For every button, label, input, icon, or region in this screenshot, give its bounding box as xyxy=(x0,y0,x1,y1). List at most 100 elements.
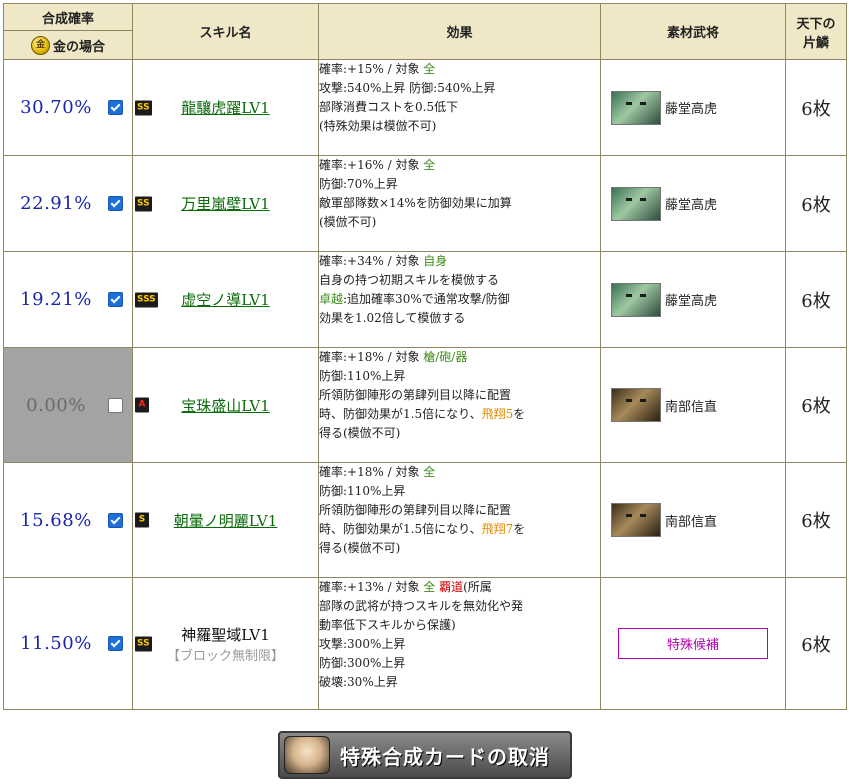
effect-segment: 所領防御陣形の第肆列目以降に配置 xyxy=(319,503,512,517)
effect-segment: 防御:110%上昇 xyxy=(319,484,406,498)
effect-segment: を xyxy=(513,407,526,421)
select-checkbox[interactable] xyxy=(108,292,123,307)
effect-segment: 時、防御効果が1.5倍になり、 xyxy=(319,407,482,421)
effect-segment: 確率:+18% / 対象 xyxy=(319,465,424,479)
effect-line: 動率低下スキルから保護) xyxy=(319,616,600,635)
fragment-count: 6枚 xyxy=(785,347,847,463)
effect-line: 時、防御効果が1.5倍になり、飛翔5を xyxy=(319,405,600,424)
effect-cell: 確率:+18% / 対象 槍/砲/器 防御:110%上昇 所領防御陣形の第肆列目以降… xyxy=(318,347,601,463)
skill-cell: SS 万里嵐壁LV1 xyxy=(132,155,319,252)
effect-cell: 確率:+18% / 対象 全防御:110%上昇 所領防御陣形の第肆列目以降に配置時… xyxy=(318,462,601,578)
effect-line: 確率:+34% / 対象 自身 xyxy=(319,252,600,271)
select-checkbox[interactable] xyxy=(108,636,123,651)
material-cell: 南部信直 xyxy=(600,347,786,463)
effect-segment: 槍/砲/器 xyxy=(423,350,468,364)
general-name: 南部信直 xyxy=(665,514,718,530)
select-checkbox[interactable] xyxy=(108,512,123,528)
effect-line: 確率:+18% / 対象 全 xyxy=(319,463,600,482)
material-cell: 藤堂高虎 xyxy=(600,155,786,252)
skill-cell: S 朝暈ノ明麗LV1 xyxy=(132,462,319,578)
skill-subtitle: 【ブロック無制限】 xyxy=(166,648,284,664)
rank-badge: A xyxy=(135,397,149,413)
select-checkbox[interactable] xyxy=(108,100,123,115)
effect-segment: 飛翔7 xyxy=(481,522,514,536)
effect-line: (模倣不可) xyxy=(319,213,600,232)
skill-link[interactable]: 宝珠盛山LV1 xyxy=(181,397,270,415)
synthesis-rate: 30.70% xyxy=(20,97,92,118)
rate-cell: 15.68% xyxy=(3,462,133,578)
effect-segment: (特殊効果は模倣不可) xyxy=(319,119,437,133)
effect-segment: 得る(模倣不可) xyxy=(319,541,401,555)
rate-title: 合成確率 xyxy=(4,4,132,31)
skill-link[interactable]: 虚空ノ導LV1 xyxy=(181,291,270,309)
gold-case-label: 金の場合 xyxy=(52,39,105,55)
gold-coin-icon: 金 xyxy=(30,35,50,55)
effect-segment: 覇道 xyxy=(439,580,464,594)
effect-line: 部隊の武将が持つスキルを無効化や発 xyxy=(319,597,600,616)
effect-line: 敵軍部隊数×14%を防御効果に加算 xyxy=(319,194,600,213)
fragment-count: 6枚 xyxy=(785,59,847,156)
effect-segment: 時、防御効果が1.5倍になり、 xyxy=(319,522,482,536)
effect-line: 得る(模倣不可) xyxy=(319,424,600,443)
skill-link[interactable]: 朝暈ノ明麗LV1 xyxy=(174,512,278,530)
effect-line: 所領防御陣形の第肆列目以降に配置 xyxy=(319,501,600,520)
skill-header: スキル名 xyxy=(132,3,319,60)
general-portrait[interactable] xyxy=(611,282,661,317)
rate-header: 合成確率 金 金の場合 xyxy=(3,3,133,60)
special-candidate-box[interactable]: 特殊候補 xyxy=(618,628,768,659)
character-avatar xyxy=(284,736,330,774)
effect-segment: 卓越 xyxy=(319,292,344,306)
select-checkbox[interactable] xyxy=(108,196,123,211)
effect-segment: :追加確率30%で通常攻撃/防御 xyxy=(343,292,510,306)
fragment-count: 6枚 xyxy=(785,251,847,348)
effect-segment: 全 xyxy=(423,158,436,172)
fragment-count: 6枚 xyxy=(785,155,847,252)
effect-line: (特殊効果は模倣不可) xyxy=(319,117,600,136)
effect-cell: 確率:+13% / 対象 全 覇道(所属部隊の武将が持つスキルを無効化や発 動率低… xyxy=(318,577,601,710)
rate-cell: 22.91% xyxy=(3,155,133,252)
general-portrait[interactable] xyxy=(611,388,661,422)
skill-cell: SS 龍驤虎躍LV1 xyxy=(132,59,319,156)
skill-cell: SS 神羅聖域LV1 【ブロック無制限】 xyxy=(132,577,319,710)
table-row: 22.91% SS 万里嵐壁LV1 確率:+16% / 対象 全防御:70%上昇… xyxy=(3,155,847,252)
effect-cell: 確率:+34% / 対象 自身 自身の持つ初期スキルを模倣する 卓越:追加確率30%… xyxy=(318,251,601,348)
rank-badge: SS xyxy=(135,636,152,651)
effect-line: 攻撃:540%上昇 防御:540%上昇 xyxy=(319,79,600,98)
effect-cell: 確率:+15% / 対象 全攻撃:540%上昇 防御:540%上昇 部隊消費コスト… xyxy=(318,59,601,156)
rank-badge: SS xyxy=(135,196,152,211)
effect-line: 確率:+13% / 対象 全 覇道(所属 xyxy=(319,578,600,597)
effect-segment: 攻撃:300%上昇 xyxy=(319,637,406,651)
count-header: 天下の 片鱗 xyxy=(785,3,847,60)
rank-badge: SS xyxy=(135,100,152,115)
effect-segment: 攻撃:540%上昇 防御:540%上昇 xyxy=(319,81,496,95)
effect-segment: 飛翔5 xyxy=(481,407,514,421)
material-cell: 藤堂高虎 xyxy=(600,59,786,156)
general-portrait[interactable] xyxy=(611,503,661,537)
effect-segment: 動率低下スキルから保護) xyxy=(319,618,456,632)
skill-link[interactable]: 龍驤虎躍LV1 xyxy=(181,99,270,117)
rate-cell: 11.50% xyxy=(3,577,133,710)
effect-segment: 防御:110%上昇 xyxy=(319,369,406,383)
count-header-line2: 片鱗 xyxy=(802,35,829,51)
general-name: 藤堂高虎 xyxy=(665,294,718,309)
effect-segment: 確率:+18% / 対象 xyxy=(319,350,424,364)
cancel-special-synthesis-button[interactable]: 特殊合成カードの取消 xyxy=(278,731,572,779)
effect-line: 防御:70%上昇 xyxy=(319,175,600,194)
effect-line: 部隊消費コストを0.5低下 xyxy=(319,98,600,117)
effect-line: 防御:110%上昇 xyxy=(319,482,600,501)
effect-line: 防御:110%上昇 xyxy=(319,367,600,386)
fragment-count: 6枚 xyxy=(785,462,847,578)
synthesis-rate: 11.50% xyxy=(20,633,92,654)
effect-line: 破壊:30%上昇 xyxy=(319,673,600,692)
synthesis-table: 合成確率 金 金の場合 スキル名 効果 素材武将 天下の 片鱗 30.70% S… xyxy=(3,3,847,710)
effect-segment: 部隊の武将が持つスキルを無効化や発 xyxy=(319,599,524,613)
rate-cell: 30.70% xyxy=(3,59,133,156)
select-checkbox[interactable] xyxy=(108,397,123,413)
general-portrait[interactable] xyxy=(611,186,661,221)
skill-link[interactable]: 万里嵐壁LV1 xyxy=(181,195,270,213)
general-portrait[interactable] xyxy=(611,90,661,125)
effect-segment: 全 xyxy=(423,465,436,479)
synthesis-rate: 19.21% xyxy=(20,289,92,310)
effect-segment: (模倣不可) xyxy=(319,215,377,229)
effect-line: 時、防御効果が1.5倍になり、飛翔7を xyxy=(319,520,600,539)
